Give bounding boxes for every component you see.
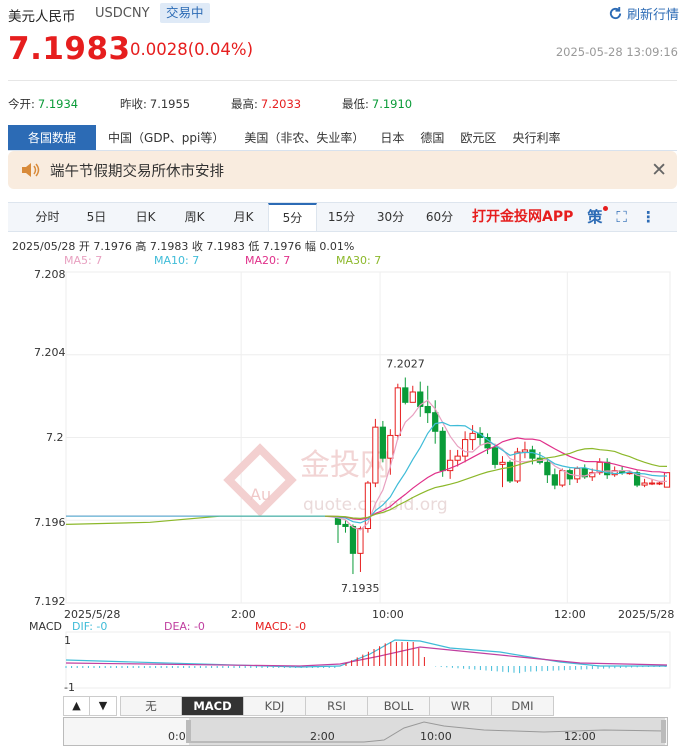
watermark-logo-text: Au [250, 485, 271, 504]
y-tick-label: 7.208 [34, 268, 66, 281]
candle-body [424, 405, 431, 414]
candle-body [648, 482, 656, 485]
candle-body [432, 412, 439, 432]
candle-body [402, 387, 409, 403]
dif-text: DIF: -0 [72, 620, 108, 633]
scroll-up-icon[interactable]: ▲ [63, 696, 90, 716]
candle-body [514, 451, 521, 482]
y-tick-label: 7.204 [34, 346, 66, 359]
tab-rsi[interactable]: RSI [306, 696, 368, 716]
x-tick-label: 2025/5/28 [618, 608, 675, 621]
candle-body [529, 449, 536, 459]
x-tick-label: 12:00 [554, 608, 586, 621]
candle-body [506, 461, 514, 482]
min-annotation: 7.1935 [341, 582, 380, 595]
tab-boll[interactable]: BOLL [368, 696, 430, 716]
macd-value-text: MACD: -0 [255, 620, 307, 633]
quote-page: 美元人民币 USDCNY 交易中 刷新行情 7.1983 0.0028(0.04… [0, 0, 685, 748]
nav-tick: 0:0 [168, 730, 186, 743]
macd-value-label: MACD: -0 [255, 620, 306, 633]
nav-tick: 12:00 [564, 730, 596, 743]
tab-wr[interactable]: WR [430, 696, 492, 716]
candle-body [334, 517, 342, 525]
dif-label: DIF: -0 [72, 620, 107, 633]
macd-title: MACD [29, 620, 62, 633]
macd-y-max: 1 [64, 634, 71, 647]
candle-body [544, 461, 551, 476]
y-tick-label: 7.196 [34, 516, 66, 529]
candle-body [454, 455, 461, 461]
dea-label: DEA: -0 [164, 620, 205, 633]
candle-body [357, 528, 364, 554]
candle-body [559, 470, 566, 486]
candle-body [349, 525, 357, 554]
candle-body [499, 461, 506, 465]
tab-kdj[interactable]: KDJ [244, 696, 306, 716]
candle-body [342, 523, 349, 527]
nav-tick: 10:00 [420, 730, 452, 743]
macd-title-text: MACD [29, 620, 62, 633]
candle-body [469, 432, 476, 441]
tab-none[interactable]: 无 [120, 696, 182, 716]
candle-body [521, 449, 529, 453]
candle-body [439, 430, 446, 472]
nav-tick: 2:00 [310, 730, 335, 743]
candle-body [461, 439, 469, 457]
dea-text: DEA: -0 [164, 620, 205, 633]
candle-body [372, 426, 379, 484]
candle-body [387, 434, 394, 459]
tab-macd[interactable]: MACD [182, 696, 244, 716]
candle-body [574, 468, 581, 480]
candle-body [663, 472, 671, 488]
candle-body [491, 447, 499, 465]
candle-body [379, 426, 386, 459]
max-annotation: 7.2027 [386, 358, 425, 371]
range-navigator[interactable]: 0:0 2:00 10:00 12:00 [63, 717, 668, 746]
x-tick-label: 2:00 [231, 608, 256, 621]
indicator-tabs: ▲ ▼ 无 MACD KDJ RSI BOLL WR DMI [63, 696, 554, 716]
y-tick-label: 7.192 [34, 595, 66, 608]
candle-body [656, 482, 663, 485]
candle-body [551, 474, 558, 486]
candle-body [394, 387, 401, 436]
candle-body [409, 391, 416, 403]
macd-y-min: -1 [64, 681, 75, 694]
kline-chart[interactable]: 金投网quote.cngold.orgAu7.20277.1935 [0, 0, 685, 748]
scroll-down-icon[interactable]: ▼ [90, 696, 117, 716]
tab-dmi[interactable]: DMI [492, 696, 554, 716]
x-tick-label: 10:00 [372, 608, 404, 621]
candle-body [641, 482, 648, 486]
y-tick-label: 7.2 [46, 431, 64, 444]
